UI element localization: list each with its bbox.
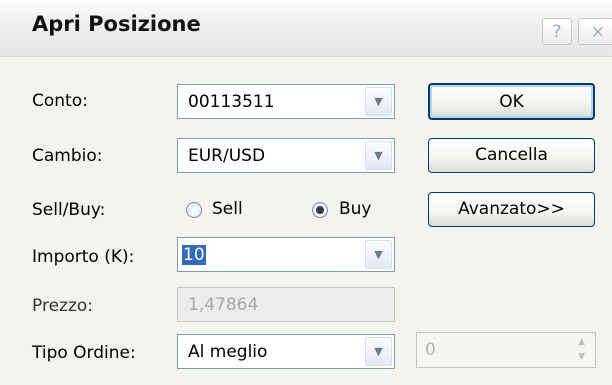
importo-label: Importo (K):: [32, 247, 135, 267]
sellbuy-label: Sell/Buy:: [32, 200, 106, 220]
chevron-down-icon[interactable]: ▼: [365, 337, 392, 366]
conto-select[interactable]: 00113511 ▼: [177, 84, 395, 119]
dialog-title: Apri Posizione: [32, 12, 201, 36]
radio-selected-dot: [316, 206, 324, 214]
sell-radio-label[interactable]: Sell: [212, 199, 243, 219]
chevron-down-icon[interactable]: ▼: [365, 141, 392, 170]
buy-radio[interactable]: [312, 202, 328, 218]
limit-spinbox: 0 ▲ ▼: [416, 332, 596, 368]
cambio-value: EUR/USD: [188, 146, 266, 166]
buy-radio-label[interactable]: Buy: [339, 199, 372, 219]
advanced-button[interactable]: Avanzato>>: [428, 192, 595, 227]
prezzo-label: Prezzo:: [32, 296, 94, 316]
ok-button[interactable]: OK: [428, 83, 595, 120]
conto-label: Conto:: [32, 91, 88, 111]
close-button[interactable]: ×: [578, 18, 612, 45]
conto-value: 00113511: [188, 92, 275, 112]
tipo-ordine-value: Al meglio: [188, 342, 268, 362]
cambio-select[interactable]: EUR/USD ▼: [177, 138, 395, 173]
cancel-button[interactable]: Cancella: [428, 138, 595, 173]
title-bar: Apri Posizione ? ×: [0, 0, 612, 57]
limit-value: 0: [425, 340, 436, 360]
close-icon: ×: [590, 22, 606, 42]
help-icon: ?: [552, 22, 562, 42]
tipo-ordine-label: Tipo Ordine:: [32, 343, 136, 363]
chevron-up-icon: ▲: [578, 337, 585, 347]
chevron-down-icon[interactable]: ▼: [365, 87, 392, 116]
importo-combobox[interactable]: 10 ▼: [177, 237, 395, 272]
importo-value[interactable]: 10: [182, 245, 206, 265]
sell-radio[interactable]: [186, 202, 202, 218]
prezzo-field: 1,47864: [177, 287, 395, 322]
chevron-down-icon: ▼: [578, 352, 585, 362]
help-button[interactable]: ?: [542, 18, 572, 45]
cambio-label: Cambio:: [32, 146, 103, 166]
chevron-down-icon[interactable]: ▼: [365, 240, 392, 269]
prezzo-value: 1,47864: [188, 295, 259, 315]
tipo-ordine-select[interactable]: Al meglio ▼: [177, 334, 395, 369]
